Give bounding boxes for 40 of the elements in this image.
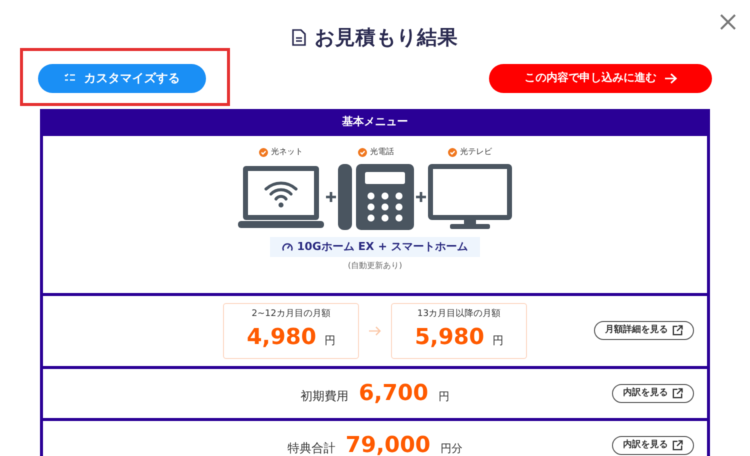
external-link-icon: [672, 388, 683, 399]
plan-name: 10Gホーム EX + スマートホーム: [296, 238, 468, 255]
checklist-icon: [64, 73, 76, 83]
monthly-details-link[interactable]: 月額詳細を見る: [594, 321, 694, 340]
arrow-right-icon: [664, 72, 676, 84]
external-link-icon: [672, 325, 683, 336]
service-label: 光テレビ: [460, 146, 492, 158]
currency-unit: 円: [438, 389, 450, 405]
external-link-icon: [672, 440, 683, 451]
plus-icon: [326, 192, 336, 202]
check-circle-icon: [448, 148, 457, 156]
period-label: 13カ月目以降の月額: [417, 308, 501, 321]
desk-phone-icon: [338, 164, 414, 230]
auto-renewal-note: (自動更新あり): [348, 260, 402, 272]
currency-unit: 円分: [440, 441, 462, 456]
document-icon: [292, 28, 306, 46]
monitor-icon: [428, 164, 512, 230]
arrow-right-icon: [369, 326, 381, 336]
summary-label: 初期費用: [300, 388, 349, 405]
service-label: 光ネット: [271, 146, 303, 158]
page-title: お見積もり結果: [314, 24, 458, 51]
currency-unit: 円: [492, 333, 504, 350]
summary-label: 特典合計: [288, 440, 336, 456]
close-icon[interactable]: [718, 12, 738, 32]
price-amount: 5,980: [414, 324, 484, 352]
check-circle-icon: [259, 148, 268, 156]
breakdown-link[interactable]: 内訳を見る: [612, 436, 694, 455]
summary-amount: 79,000: [346, 432, 430, 456]
speedometer-icon: [282, 242, 293, 252]
laptop-wifi-icon: [238, 164, 324, 230]
price-amount: 4,980: [246, 324, 316, 352]
menu-header: 基本メニュー: [341, 114, 409, 130]
service-label: 光電話: [370, 146, 394, 158]
proceed-button[interactable]: この内容で申し込みに進む: [489, 64, 712, 92]
breakdown-link[interactable]: 内訳を見る: [612, 384, 694, 403]
plus-icon: [416, 192, 426, 202]
summary-amount: 6,700: [358, 380, 428, 408]
period-label: 2~12カ月目の月額: [252, 308, 330, 321]
currency-unit: 円: [324, 333, 336, 350]
check-circle-icon: [358, 148, 367, 156]
